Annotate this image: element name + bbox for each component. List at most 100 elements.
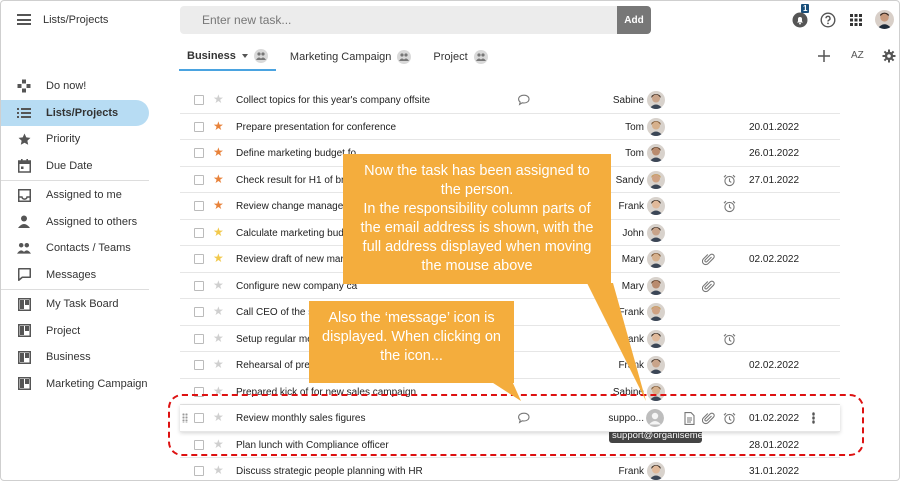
task-responsible: suppo... (608, 413, 644, 424)
chevron-down-icon[interactable] (241, 54, 248, 58)
sidebar-item-contacts-teams[interactable]: Contacts / Teams (1, 235, 149, 262)
task-title[interactable]: Collect topics for this year's company o… (236, 95, 430, 106)
task-checkbox[interactable] (194, 413, 204, 423)
attachment-icon[interactable] (702, 253, 715, 266)
avatar[interactable] (647, 144, 665, 162)
sidebar-item-lists-projects[interactable]: Lists/Projects (1, 99, 149, 126)
task-title[interactable]: Review change manageme (236, 201, 357, 212)
sidebar-item-marketing-campaign[interactable]: Marketing Campaign (1, 371, 149, 398)
star-icon[interactable]: ★ (213, 305, 224, 318)
apps-grid-icon[interactable] (848, 12, 864, 28)
gear-icon[interactable] (882, 49, 896, 63)
star-icon[interactable]: ★ (213, 225, 224, 239)
task-title[interactable]: Call CEO of the st (236, 307, 316, 318)
task-row[interactable]: ★ Discuss strategic people planning with … (180, 458, 840, 480)
task-checkbox[interactable] (194, 333, 204, 344)
task-checkbox[interactable] (194, 254, 204, 264)
star-icon[interactable]: ★ (213, 119, 224, 133)
avatar[interactable] (647, 462, 665, 480)
task-title[interactable]: Review draft of new market (236, 254, 357, 265)
task-checkbox[interactable] (194, 466, 204, 476)
list-icon (17, 106, 31, 120)
task-title[interactable]: Review monthly sales figures (236, 413, 366, 424)
avatar[interactable] (647, 117, 665, 136)
task-title[interactable]: Check result for H1 of branc (236, 175, 361, 186)
task-checkbox[interactable] (194, 280, 204, 291)
task-checkbox[interactable] (194, 121, 204, 132)
star-icon[interactable]: ★ (213, 93, 224, 106)
avatar[interactable] (647, 170, 665, 189)
task-checkbox[interactable] (194, 227, 204, 238)
avatar[interactable] (647, 356, 665, 374)
task-checkbox[interactable] (194, 174, 204, 185)
star-icon[interactable]: ★ (213, 146, 224, 159)
task-responsible: Sabine (612, 95, 644, 106)
sidebar-item-messages[interactable]: Messages (1, 262, 149, 289)
task-checkbox[interactable] (194, 95, 204, 105)
star-icon[interactable]: ★ (213, 411, 224, 424)
task-title[interactable]: Rehearsal of prese (236, 360, 321, 371)
sidebar-item-due-date[interactable]: Due Date (1, 153, 149, 180)
task-checkbox[interactable] (194, 360, 204, 370)
task-title[interactable]: Discuss strategic people planning with H… (236, 466, 423, 477)
sidebar-item-do-now[interactable]: Do now! (1, 73, 149, 100)
star-icon[interactable]: ★ (213, 464, 224, 477)
task-checkbox[interactable] (194, 307, 204, 317)
star-icon[interactable]: ★ (213, 358, 224, 371)
avatar[interactable] (647, 91, 665, 109)
tab-project[interactable]: Project (425, 43, 495, 71)
sidebar-item-priority[interactable]: Priority (1, 126, 149, 153)
sidebar-item-project[interactable]: Project (1, 318, 149, 345)
task-title[interactable]: Calculate marketing budget (236, 228, 358, 239)
menu-icon[interactable] (17, 14, 31, 25)
attachment-icon[interactable] (702, 412, 715, 425)
avatar[interactable] (647, 197, 665, 215)
avatar[interactable] (647, 250, 665, 268)
star-icon[interactable]: ★ (213, 199, 224, 212)
star-icon[interactable]: ★ (213, 252, 224, 265)
alarm-icon[interactable] (723, 333, 736, 346)
task-title[interactable]: Configure new company ca (236, 281, 357, 292)
add-icon[interactable] (817, 49, 831, 63)
task-row[interactable]: ★ Review monthly sales figures suppo... 01.… (180, 405, 840, 432)
callout-message-text: Also the ‘message’ icon is displayed. Wh… (322, 310, 501, 364)
task-title[interactable]: Prepare presentation for conference (236, 122, 396, 133)
alarm-icon[interactable] (723, 412, 736, 425)
task-checkbox[interactable] (194, 148, 204, 158)
sidebar-item-assigned-to-me[interactable]: Assigned to me (1, 182, 149, 209)
help-icon[interactable] (820, 12, 836, 28)
avatar[interactable] (647, 276, 665, 295)
star-icon[interactable]: ★ (213, 331, 224, 345)
sidebar-item-assigned-to-others[interactable]: Assigned to others (1, 209, 149, 236)
star-icon[interactable]: ★ (213, 278, 224, 292)
alarm-icon[interactable] (723, 200, 736, 213)
sidebar-item-business[interactable]: Business (1, 344, 149, 371)
avatar[interactable] (647, 303, 665, 321)
task-responsible: Frank (618, 333, 644, 345)
sidebar-item-my-task-board[interactable]: My Task Board (1, 291, 149, 318)
tab-marketing-campaign[interactable]: Marketing Campaign (282, 43, 420, 71)
task-title[interactable]: Define marketing budget fo (236, 148, 356, 159)
drag-handle-icon[interactable] (182, 413, 188, 423)
task-due-date: 02.02.2022 (749, 360, 800, 371)
note-icon[interactable] (684, 412, 695, 425)
alarm-icon[interactable] (723, 174, 736, 187)
sort-az-icon[interactable]: AZ (851, 50, 864, 61)
task-checkbox[interactable] (194, 201, 204, 211)
page-title: Lists/Projects (43, 14, 109, 26)
user-avatar[interactable] (875, 10, 894, 29)
notification-icon[interactable] (792, 12, 808, 28)
message-icon[interactable] (518, 412, 530, 424)
task-row[interactable]: ★ Collect topics for this year's company … (180, 87, 840, 114)
add-task-button[interactable]: Add (617, 6, 651, 34)
avatar[interactable] (647, 329, 665, 348)
new-task-input[interactable] (180, 6, 617, 34)
more-options-icon[interactable] (812, 412, 815, 424)
tab-business[interactable]: Business (179, 43, 276, 71)
attachment-icon[interactable] (702, 280, 715, 293)
placeholder-avatar[interactable] (646, 409, 664, 427)
avatar[interactable] (647, 223, 665, 242)
star-icon[interactable]: ★ (213, 172, 224, 186)
message-icon[interactable] (518, 94, 530, 106)
task-row[interactable]: ★ Prepare presentation for conference Tom 2… (180, 114, 840, 140)
